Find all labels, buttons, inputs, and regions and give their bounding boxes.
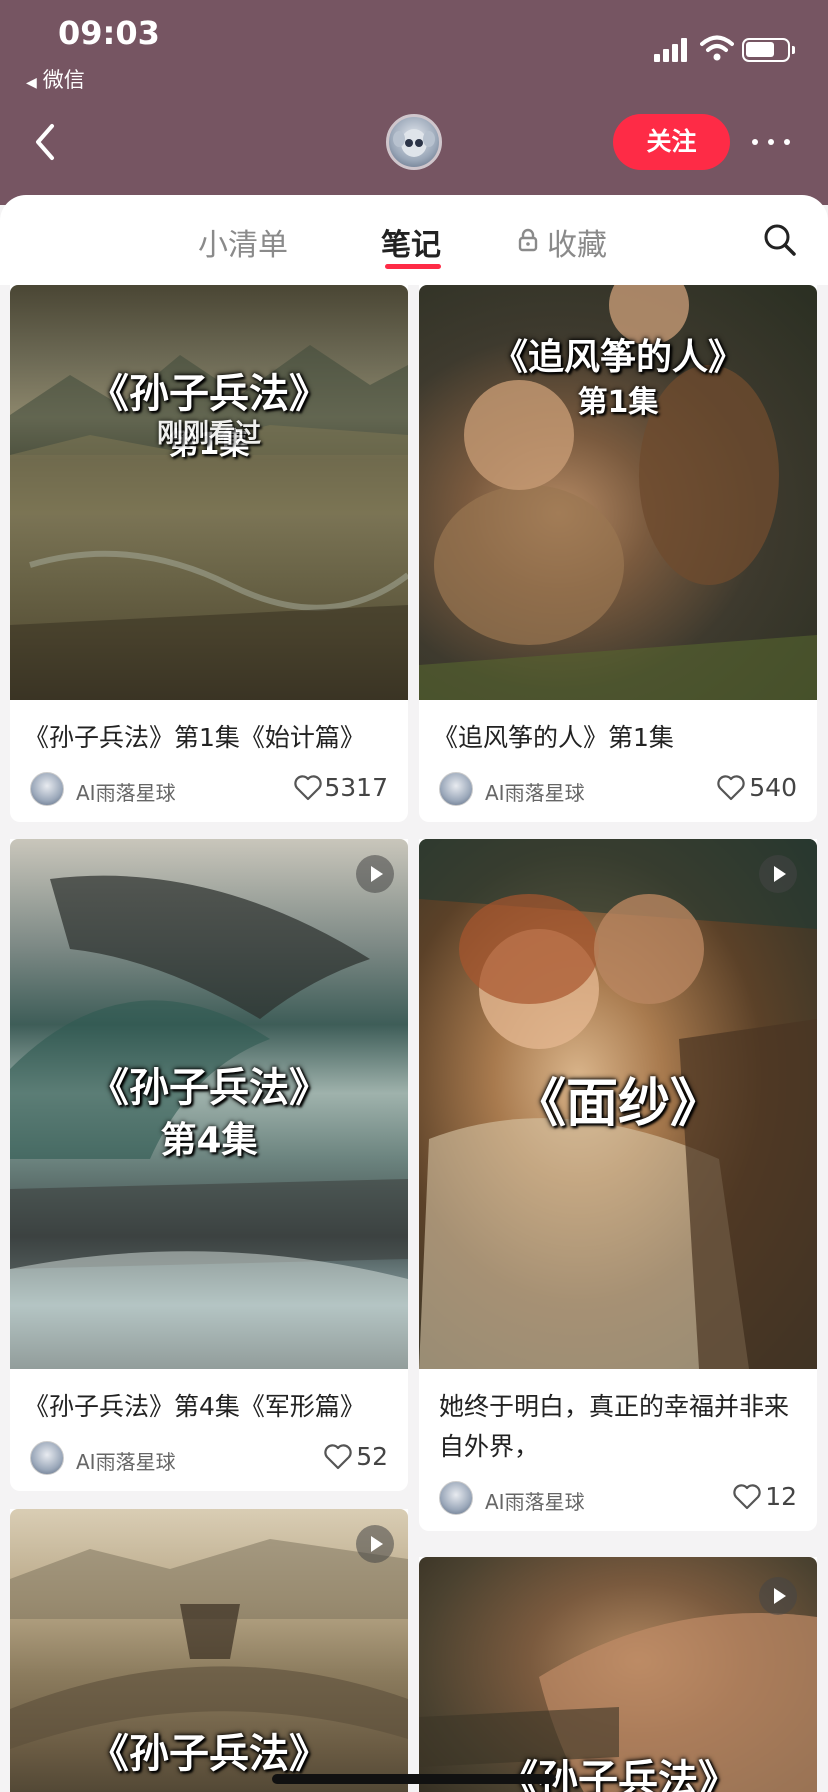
note-card[interactable]: 《孙子兵法》 第1集 刚刚看过 《孙子兵法》第1集《始计篇》 AI雨落星球 53… <box>10 285 408 822</box>
back-app-label: 微信 <box>42 68 85 92</box>
tab-checklist[interactable]: 小清单 <box>198 220 288 264</box>
note-title: 《追风筝的人》第1集 <box>433 723 674 752</box>
author-name[interactable]: AI雨落星球 <box>485 777 585 806</box>
tab-notes[interactable]: 笔记 <box>381 220 441 264</box>
lock-icon <box>518 228 538 252</box>
note-cover-image: 《孙子兵法》 <box>10 1509 408 1792</box>
note-card[interactable]: 《孙子兵法》 <box>419 1557 817 1792</box>
cover-episode: 第1集 <box>577 385 659 420</box>
back-arrow-icon[interactable] <box>30 120 60 164</box>
play-video-icon[interactable] <box>759 1577 797 1615</box>
heart-icon[interactable] <box>294 775 322 801</box>
author-name[interactable]: AI雨落星球 <box>485 1486 585 1515</box>
wifi-icon <box>700 35 734 61</box>
note-meta: AI雨落星球 12 <box>419 1467 817 1531</box>
status-time: 09:03 <box>58 14 160 52</box>
cover-title: 《追风筝的人》 <box>491 337 744 378</box>
like-count: 5317 <box>324 773 388 802</box>
note-cover-image: 《孙子兵法》 第4集 <box>10 839 408 1369</box>
search-icon[interactable] <box>762 222 798 258</box>
mountain-landscape-art <box>10 345 408 700</box>
battery-icon <box>742 38 795 62</box>
note-title: 她终于明白，真正的幸福并非来自外界， <box>439 1392 790 1461</box>
note-cover-image: 《面纱》 <box>419 839 817 1369</box>
like-count: 12 <box>765 1482 797 1511</box>
cover-title: 《孙子兵法》 <box>89 1065 329 1111</box>
author-avatar[interactable] <box>30 772 64 806</box>
note-cover-image: 《孙子兵法》 第1集 刚刚看过 <box>10 285 408 700</box>
cover-title: 《面纱》 <box>513 1074 722 1134</box>
author-avatar[interactable] <box>439 1481 473 1515</box>
note-meta: AI雨落星球 540 <box>419 758 817 822</box>
note-cover-image: 《孙子兵法》 <box>419 1557 817 1792</box>
note-cover-image: 《追风筝的人》 第1集 <box>419 285 817 700</box>
author-avatar[interactable] <box>439 772 473 806</box>
play-video-icon[interactable] <box>356 855 394 893</box>
active-tab-indicator <box>385 264 441 269</box>
robot-face-icon <box>393 129 435 157</box>
note-card[interactable]: 《追风筝的人》 第1集 《追风筝的人》第1集 AI雨落星球 540 <box>419 285 817 822</box>
heart-icon[interactable] <box>733 1484 761 1510</box>
note-card[interactable]: 《面纱》 她终于明白，真正的幸福并非来自外界， AI雨落星球 12 <box>419 839 817 1531</box>
note-card[interactable]: 《孙子兵法》 第4集 《孙子兵法》第4集《军形篇》 AI雨落星球 52 <box>10 839 408 1491</box>
home-indicator[interactable] <box>272 1774 556 1784</box>
note-card[interactable]: 《孙子兵法》 <box>10 1509 408 1792</box>
author-name[interactable]: AI雨落星球 <box>76 777 176 806</box>
back-triangle-icon: ◀ <box>26 75 37 91</box>
play-video-icon[interactable] <box>759 855 797 893</box>
cover-title: 《孙子兵法》 <box>89 371 329 417</box>
like-count: 52 <box>356 1442 388 1471</box>
play-video-icon[interactable] <box>356 1525 394 1563</box>
tab-favorites[interactable]: 收藏 <box>547 220 607 264</box>
author-avatar[interactable] <box>30 1441 64 1475</box>
notes-feed: 《孙子兵法》 第1集 刚刚看过 《孙子兵法》第1集《始计篇》 AI雨落星球 53… <box>0 285 828 1792</box>
like-count: 540 <box>749 773 797 802</box>
note-meta: AI雨落星球 52 <box>10 1427 408 1491</box>
back-to-app-link[interactable]: ◀ 微信 <box>26 64 85 94</box>
author-name[interactable]: AI雨落星球 <box>76 1446 176 1475</box>
recently-viewed-badge: 刚刚看过 <box>156 419 261 449</box>
note-title: 《孙子兵法》第1集《始计篇》 <box>24 723 365 752</box>
note-meta: AI雨落星球 5317 <box>10 758 408 822</box>
cover-title: 《孙子兵法》 <box>89 1731 329 1777</box>
follow-button[interactable]: 关注 <box>613 114 730 170</box>
cellular-signal-icon <box>654 38 688 62</box>
heart-icon[interactable] <box>324 1444 352 1470</box>
cover-episode: 第4集 <box>160 1120 258 1161</box>
heart-icon[interactable] <box>717 775 745 801</box>
note-title: 《孙子兵法》第4集《军形篇》 <box>24 1392 365 1421</box>
more-options-icon[interactable] <box>748 128 796 156</box>
profile-avatar[interactable] <box>386 114 442 170</box>
